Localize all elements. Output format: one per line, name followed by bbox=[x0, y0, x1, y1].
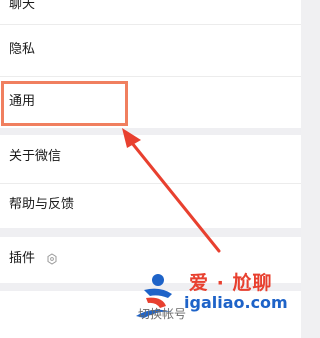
settings-item-help-label: 帮助与反馈 bbox=[9, 197, 75, 212]
settings-item-chat-label: 聊天 bbox=[9, 0, 36, 12]
settings-item-about[interactable]: 关于微信 bbox=[0, 135, 301, 183]
settings-item-help[interactable]: 帮助与反馈 bbox=[0, 184, 301, 228]
settings-item-privacy-label: 隐私 bbox=[9, 42, 36, 57]
settings-item-chat[interactable]: 聊天 bbox=[0, 0, 301, 24]
section-gap bbox=[0, 228, 301, 237]
highlight-box bbox=[1, 81, 128, 126]
settings-item-about-label: 关于微信 bbox=[9, 149, 62, 164]
section-gap bbox=[0, 128, 301, 135]
hexagon-badge-icon bbox=[47, 253, 57, 265]
settings-item-plugins-label: 插件 bbox=[9, 251, 36, 266]
switch-account-label: 切换帐号 bbox=[138, 307, 187, 321]
watermark-brand: 爱 · 尬聊 bbox=[189, 272, 273, 294]
watermark-url: igaliao.com bbox=[184, 293, 288, 312]
settings-item-privacy[interactable]: 隐私 bbox=[0, 25, 301, 76]
watermark: 爱 · 尬聊 igaliao.com bbox=[132, 268, 301, 338]
